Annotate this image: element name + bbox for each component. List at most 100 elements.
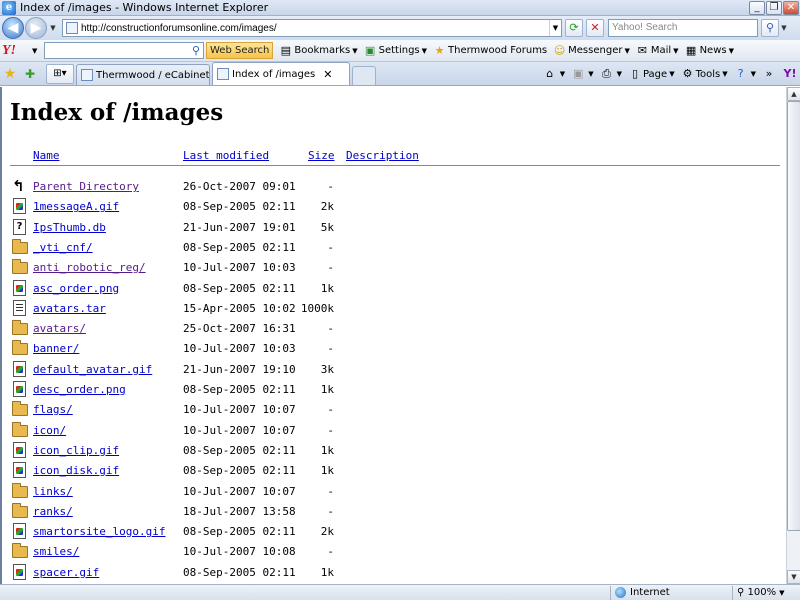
image-file-icon <box>12 461 28 479</box>
file-link[interactable]: anti_robotic_reg/ <box>33 261 146 274</box>
command-bar: ⌂ ▼ ▣ ▼ ⎙ ▼ ▯ Page ▼ ⚙ Tools ▼ ? ▼ » Y! <box>537 63 800 85</box>
file-modified-date: 25-Oct-2007 16:31 <box>183 322 296 336</box>
refresh-button[interactable]: ⟳ <box>565 19 583 37</box>
feeds-button[interactable]: ▣ ▼ <box>571 67 594 81</box>
messenger-button[interactable]: ☺ Messenger ▼ <box>553 44 630 57</box>
file-link[interactable]: icon_disk.gif <box>33 464 119 477</box>
favorites-center-icon[interactable]: ★ <box>0 63 20 85</box>
web-search-button[interactable]: Web Search <box>206 42 274 59</box>
file-size: 2k <box>320 525 334 539</box>
quick-tabs-button[interactable]: ⊞▾ <box>46 64 74 84</box>
home-button[interactable]: ⌂ ▼ <box>543 67 565 81</box>
scroll-up-arrow-icon[interactable]: ▲ <box>787 87 800 101</box>
help-button[interactable]: ? ▼ <box>734 67 756 81</box>
yahoo-toolbar: Y! ▼ ⚲ Web Search ▤ Bookmarks ▼ ▣ Setting… <box>0 40 800 62</box>
file-link[interactable]: IpsThumb.db <box>33 221 106 234</box>
search-icon[interactable]: ⚲ <box>761 19 779 37</box>
file-link[interactable]: banner/ <box>33 342 79 355</box>
bookmarks-button[interactable]: ▤ Bookmarks ▼ <box>279 44 358 57</box>
forward-button[interactable]: ▶ <box>25 17 47 39</box>
recent-pages-dropdown[interactable]: ▼ <box>48 24 58 32</box>
table-row: ↰ Parent Directory 26-Oct-2007 09:01 - <box>2 177 782 197</box>
tab-thermwood[interactable]: Thermwood / eCabinet Syst... <box>76 64 210 85</box>
zoom-magnifier-icon: ⚲ <box>737 587 745 598</box>
image-file-icon <box>12 279 28 297</box>
back-button[interactable]: ◀ <box>2 17 24 39</box>
folder-icon <box>12 482 28 500</box>
file-modified-date: 08-Sep-2005 02:11 <box>183 525 296 539</box>
settings-button[interactable]: ▣ Settings ▼ <box>364 44 427 57</box>
news-button[interactable]: ▦ News ▼ <box>685 44 734 57</box>
file-link[interactable]: smiles/ <box>33 545 79 558</box>
sort-by-modified-link[interactable]: Last modified <box>183 149 269 162</box>
zoom-control[interactable]: ⚲ 100% ▼ <box>732 585 800 600</box>
mail-button[interactable]: ✉ Mail ▼ <box>636 44 679 57</box>
new-tab-button[interactable] <box>352 66 376 85</box>
file-modified-date: 08-Sep-2005 02:11 <box>183 443 296 457</box>
file-link[interactable]: avatars.tar <box>33 302 106 315</box>
file-link[interactable]: asc_order.png <box>33 282 119 295</box>
tools-menu-button[interactable]: ⚙ Tools ▼ <box>681 67 728 81</box>
yahoo-search-input[interactable]: ⚲ <box>44 42 204 59</box>
security-zone[interactable]: Internet <box>610 585 732 600</box>
url-dropdown-icon[interactable]: ▼ <box>549 20 561 36</box>
yahoo-menu-dropdown[interactable]: ▼ <box>32 47 40 55</box>
restore-button[interactable]: ❐ <box>766 0 782 15</box>
file-link[interactable]: flags/ <box>33 403 73 416</box>
close-window-button[interactable]: ✕ <box>783 0 799 15</box>
page-icon <box>81 69 93 81</box>
scroll-down-arrow-icon[interactable]: ▼ <box>787 570 800 584</box>
file-size: - <box>327 342 334 356</box>
search-options-dropdown[interactable]: ▼ <box>779 24 789 32</box>
file-link[interactable]: links/ <box>33 485 73 498</box>
page-icon <box>66 22 78 34</box>
file-modified-date: 08-Sep-2005 02:11 <box>183 200 296 214</box>
file-modified-date: 08-Sep-2005 02:11 <box>183 464 296 478</box>
search-input[interactable]: Yahoo! Search <box>608 19 758 37</box>
file-size: 1000k <box>300 301 334 315</box>
file-link[interactable]: icon/ <box>33 424 66 437</box>
file-link[interactable]: desc_order.png <box>33 383 126 396</box>
sort-by-name-link[interactable]: Name <box>33 149 60 162</box>
file-link[interactable]: smartorsite_logo.gif <box>33 525 165 538</box>
tab-label: Index of /images <box>232 68 316 80</box>
file-size: - <box>327 240 334 254</box>
scroll-thumb[interactable] <box>787 101 800 531</box>
zone-label: Internet <box>630 587 670 598</box>
image-file-icon <box>12 441 28 459</box>
file-link[interactable]: Parent Directory <box>33 180 139 193</box>
url-field[interactable]: http://constructionforumsonline.com/imag… <box>62 19 562 37</box>
more-chevron-button[interactable]: » <box>762 67 777 81</box>
file-link[interactable]: ranks/ <box>33 505 73 518</box>
vertical-scrollbar[interactable]: ▲ ▼ <box>786 87 800 584</box>
yahoo-small-button[interactable]: Y! <box>783 67 798 81</box>
sort-by-size-link[interactable]: Size <box>308 149 335 162</box>
page-title: Index of /images <box>10 99 224 126</box>
minimize-button[interactable]: _ <box>749 0 765 15</box>
star-icon: ★ <box>434 44 445 57</box>
file-link[interactable]: 1messageA.gif <box>33 200 119 213</box>
page-menu-button[interactable]: ▯ Page ▼ <box>628 67 675 81</box>
file-link[interactable]: icon_clip.gif <box>33 444 119 457</box>
tab-index-images[interactable]: Index of /images ✕ <box>212 62 350 85</box>
url-text[interactable]: http://constructionforumsonline.com/imag… <box>81 23 549 34</box>
print-button[interactable]: ⎙ ▼ <box>600 67 622 81</box>
thermwood-forums-button[interactable]: ★ Thermwood Forums <box>433 44 548 57</box>
table-row: 1messageA.gif 08-Sep-2005 02:11 2k <box>2 197 782 217</box>
file-modified-date: 15-Apr-2005 10:02 <box>183 301 296 315</box>
file-link[interactable]: spacer.gif <box>33 566 99 579</box>
add-favorites-icon[interactable]: ✚ <box>20 63 40 85</box>
file-size: - <box>327 322 334 336</box>
folder-icon <box>12 400 28 418</box>
close-tab-icon[interactable]: ✕ <box>323 68 332 81</box>
bookmarks-icon: ▤ <box>280 44 292 57</box>
file-modified-date: 10-Jul-2007 10:08 <box>183 545 296 559</box>
sort-by-description-link[interactable]: Description <box>346 149 419 162</box>
yahoo-logo[interactable]: Y! <box>2 43 32 59</box>
folder-icon <box>12 339 28 357</box>
file-link[interactable]: default_avatar.gif <box>33 363 152 376</box>
file-link[interactable]: avatars/ <box>33 322 86 335</box>
file-link[interactable]: _vti_cnf/ <box>33 241 93 254</box>
stop-button[interactable]: ✕ <box>586 19 604 37</box>
image-file-icon <box>12 380 28 398</box>
